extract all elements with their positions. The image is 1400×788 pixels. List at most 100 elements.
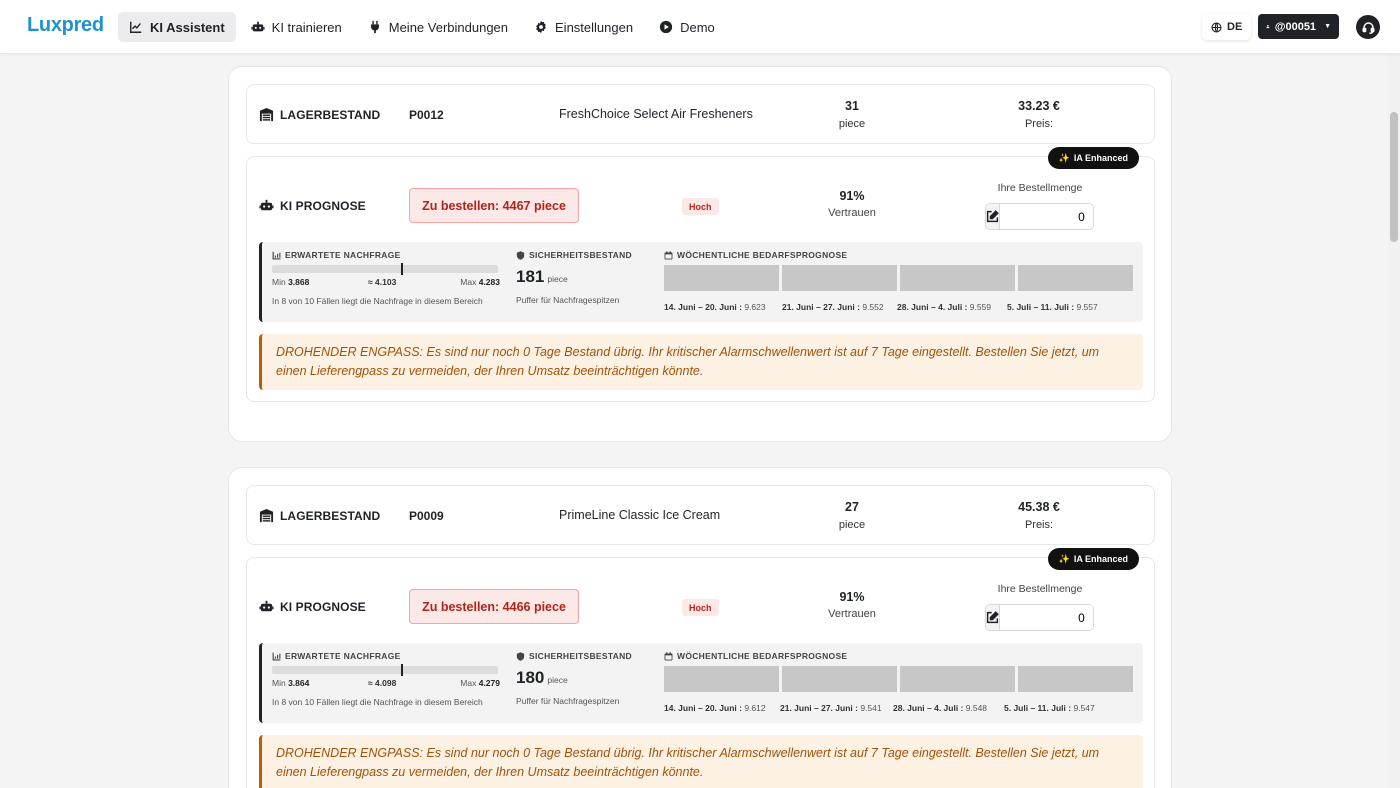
stock-label-text: LAGERBESTAND [280, 107, 381, 122]
product-price: 45.38 € Preis: [989, 500, 1089, 531]
stock-row: LAGERBESTAND P0012 FreshChoice Select Ai… [246, 84, 1155, 144]
nav-item-meine-verbindungen[interactable]: Meine Verbindungen [357, 12, 519, 42]
priority-badge: Hoch [682, 198, 719, 215]
confidence-label: Vertrauen [828, 207, 876, 219]
headset-icon [1361, 21, 1375, 34]
expected-demand-heading: ERWARTETE NACHFRAGE [272, 250, 500, 260]
week-label: 5. Juli – 11. Juli : 9.547 [1004, 703, 1095, 713]
safety-stock-note: Puffer für Nachfragespitzen [516, 696, 620, 706]
product-sku: P0012 [409, 108, 444, 122]
stock-row: LAGERBESTAND P0009 PrimeLine Classic Ice… [246, 485, 1155, 545]
robot-icon [259, 199, 274, 211]
shield-icon [516, 250, 525, 260]
safety-stock: SICHERHEITSBESTAND 180 piece Puffer für N… [516, 651, 656, 721]
language-label: DE [1227, 21, 1243, 33]
user-icon [1266, 24, 1270, 29]
calendar-icon [664, 250, 673, 259]
stock-qty-unit: piece [838, 519, 866, 531]
sparkle-icon: ✨ [1058, 152, 1070, 163]
product-sku: P0009 [409, 509, 444, 523]
order-qty-input[interactable] [1000, 605, 1093, 630]
forecast-panel: ✨ IA Enhanced KI PROGNOSE Zu bestellen: … [246, 147, 1155, 402]
nav-item-ki-trainieren[interactable]: KI trainieren [240, 12, 353, 42]
safety-stock-value: 181 [516, 267, 545, 286]
chart-bar-icon [272, 652, 281, 660]
confidence-label: Vertrauen [828, 608, 876, 620]
week-label: 28. Juni – 4. Juli : 9.548 [893, 703, 988, 713]
demand-max: Max 4.279 [460, 678, 500, 688]
week-bar [782, 666, 897, 692]
expected-demand-heading: ERWARTETE NACHFRAGE [272, 651, 500, 661]
safety-stock-value: 180 [516, 668, 545, 687]
edit-icon [986, 210, 999, 223]
warehouse-icon [259, 107, 274, 122]
nav-item-ki-assistent[interactable]: KI Assistent [118, 12, 236, 42]
gear-icon [536, 20, 546, 34]
forecast-label-text: KI PROGNOSE [280, 198, 366, 213]
forecast-metrics: ERWARTETE NACHFRAGE Min 3.868 ≈ 4.103 Ma… [259, 242, 1143, 322]
edit-button[interactable] [986, 204, 1000, 229]
week-label: 14. Juni – 20. Juni : 9.623 [664, 302, 766, 312]
stock-qty-value: 31 [845, 99, 859, 113]
demand-median-marker [400, 263, 403, 275]
price-label: Preis: [1024, 118, 1054, 130]
demand-median: ≈ 4.098 [368, 678, 397, 688]
week-label: 5. Juli – 11. Juli : 9.557 [1007, 302, 1098, 312]
product-card: LAGERBESTAND P0009 PrimeLine Classic Ice… [228, 467, 1172, 788]
nav-item-label: Meine Verbindungen [388, 19, 509, 35]
demand-min: Min 3.864 [272, 678, 310, 688]
weekly-forecast-heading-text: WÖCHENTLICHE BEDARFSPROGNOSE [677, 250, 848, 260]
expected-demand-heading-text: ERWARTETE NACHFRAGE [285, 250, 401, 260]
expected-demand-heading-text: ERWARTETE NACHFRAGE [285, 651, 401, 661]
week-bar [782, 265, 897, 291]
order-qty-control: ⇕ [985, 203, 1094, 230]
week-bar [900, 666, 1015, 692]
nav-item-einstellungen[interactable]: Einstellungen [523, 12, 644, 42]
scrollbar-thumb[interactable] [1390, 112, 1398, 242]
week-label: 21. Juni – 27. Juni : 9.541 [780, 703, 882, 713]
product-card: LAGERBESTAND P0012 FreshChoice Select Ai… [228, 66, 1172, 442]
stock-quantity: 31 piece [807, 99, 897, 130]
expected-demand: ERWARTETE NACHFRAGE Min 3.864 ≈ 4.098 Ma… [272, 651, 500, 721]
safety-stock-note: Puffer für Nachfragespitzen [516, 295, 620, 305]
weekly-forecast-heading: WÖCHENTLICHE BEDARFSPROGNOSE [664, 651, 1134, 661]
page-scrollbar[interactable] [1388, 54, 1400, 788]
safety-stock-heading: SICHERHEITSBESTAND [516, 651, 656, 661]
order-qty-label: Ihre Bestellmenge [997, 182, 1083, 194]
order-recommendation[interactable]: Zu bestellen: 4467 piece [409, 188, 579, 223]
warehouse-icon [259, 508, 274, 523]
user-menu-button[interactable]: @00051 ▼ [1258, 14, 1339, 39]
forecast-label: KI PROGNOSE [259, 198, 366, 213]
sparkle-icon: ✨ [1058, 553, 1070, 564]
forecast-label-text: KI PROGNOSE [280, 599, 366, 614]
forecast-panel: ✨ IA Enhanced KI PROGNOSE Zu bestellen: … [246, 548, 1155, 788]
chart-bar-icon [272, 251, 281, 259]
play-circle-icon [659, 20, 673, 34]
language-switch[interactable]: DE [1202, 14, 1252, 40]
order-recommendation[interactable]: Zu bestellen: 4466 piece [409, 589, 579, 624]
week-bar [1018, 666, 1133, 692]
globe-icon [1211, 21, 1222, 33]
price-value: 45.38 € [1018, 500, 1060, 514]
safety-stock-heading-text: SICHERHEITSBESTAND [529, 651, 633, 661]
edit-icon [986, 611, 999, 624]
order-qty-input[interactable] [1000, 204, 1093, 229]
week-bar [664, 666, 779, 692]
safety-stock-unit: piece [547, 274, 568, 284]
robot-icon [251, 21, 265, 32]
brand-logo[interactable]: Luxpred [27, 14, 104, 37]
order-qty-label: Ihre Bestellmenge [997, 583, 1083, 595]
support-button[interactable] [1356, 15, 1380, 39]
nav-item-demo[interactable]: Demo [648, 12, 726, 42]
safety-stock-value-wrap: 181 piece [516, 267, 568, 287]
demand-range-bar [272, 664, 498, 676]
ia-enhanced-badge: ✨ IA Enhanced [1047, 548, 1139, 570]
nav-item-label: KI trainieren [271, 19, 342, 35]
safety-stock-unit: piece [547, 675, 568, 685]
shield-icon [516, 651, 525, 661]
price-value: 33.23 € [1018, 99, 1060, 113]
demand-max: Max 4.283 [460, 277, 500, 287]
week-bar [900, 265, 1015, 291]
edit-button[interactable] [986, 605, 1000, 630]
safety-stock-value-wrap: 180 piece [516, 668, 568, 688]
